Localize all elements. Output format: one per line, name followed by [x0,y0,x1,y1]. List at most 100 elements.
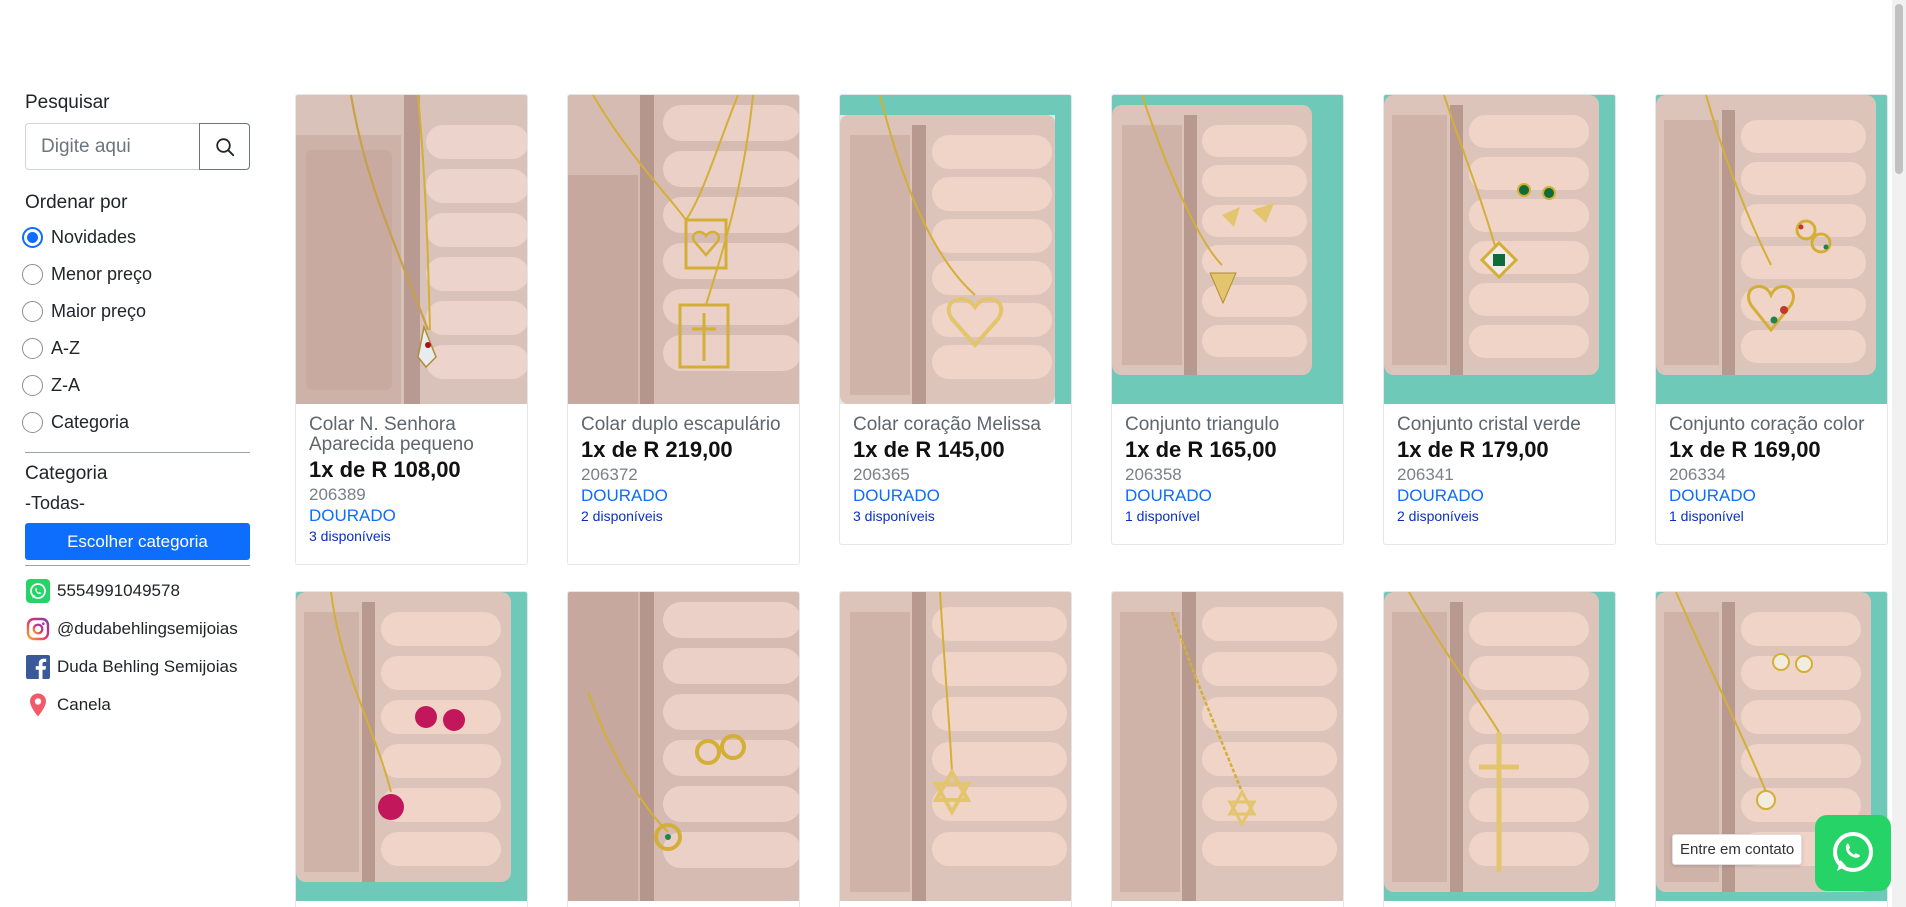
search-button[interactable] [199,123,250,170]
product-code: 206358 [1125,465,1182,484]
product-card[interactable] [1383,591,1616,907]
contact-instagram-label: @dudabehlingsemijoias [57,619,238,638]
product-color: DOURADO [581,486,668,505]
radio-icon[interactable] [22,338,43,359]
product-stock: 2 disponíveis [1397,508,1479,524]
order-option-label: A-Z [51,338,80,358]
radio-icon[interactable] [22,375,43,396]
product-name: Conjunto cristal verde [1397,414,1581,435]
product-image[interactable] [1112,95,1343,404]
product-code: 206334 [1669,465,1726,484]
product-code: 206389 [309,485,366,504]
filter-sidebar: Pesquisar Ordenar por Novidades Menor pr… [22,92,250,724]
product-image[interactable] [1384,592,1615,901]
product-price: 1x de R 179,00 [1397,437,1549,462]
search-label: Pesquisar [25,92,110,113]
product-color: DOURADO [1669,486,1756,505]
product-stock: 1 disponível [1125,508,1200,524]
scrollbar-thumb[interactable] [1895,4,1903,174]
whatsapp-float-button[interactable] [1815,815,1891,891]
order-option-label: Z-A [51,375,80,395]
product-card[interactable] [839,591,1072,907]
whatsapp-icon [1833,832,1873,872]
order-title: Ordenar por [25,192,128,213]
product-image[interactable] [568,95,799,404]
contact-location-label: Canela [57,695,111,714]
radio-icon[interactable] [22,301,43,322]
product-image[interactable] [296,95,527,404]
product-code: 206341 [1397,465,1454,484]
instagram-icon [25,616,51,642]
radio-icon[interactable] [22,264,43,285]
order-option-maior-preco[interactable]: Maior preço [22,293,250,330]
contact-facebook[interactable]: Duda Behling Semijoias [25,648,250,686]
choose-category-button[interactable]: Escolher categoria [25,523,250,560]
product-stock: 2 disponíveis [581,508,663,524]
map-pin-icon [25,692,51,718]
contact-location[interactable]: Canela [25,686,250,724]
product-image[interactable] [1656,95,1887,404]
product-price: 1x de R 108,00 [309,457,461,482]
product-name: Colar coração Melissa [853,414,1041,435]
order-option-categoria[interactable]: Categoria [22,404,250,441]
contact-phone-label: 5554991049578 [57,581,180,600]
whatsapp-tooltip: Entre em contato [1672,834,1803,865]
product-image[interactable] [1384,95,1615,404]
product-name: Conjunto triangulo [1125,414,1280,435]
divider [25,565,250,566]
order-option-a-z[interactable]: A-Z [22,330,250,367]
product-card[interactable]: Colar N. Senhora Aparecida pequeno 1x de… [295,94,528,565]
product-info: Conjunto coração color 1x de R 169,00 20… [1656,404,1887,534]
order-option-label: Maior preço [51,301,147,321]
contact-phone[interactable]: 5554991049578 [25,572,250,610]
product-image[interactable] [1112,592,1343,901]
product-info: Conjunto cristal verde 1x de R 179,00 20… [1384,404,1615,534]
order-option-menor-preco[interactable]: Menor preço [22,256,250,293]
order-option-label: Menor preço [51,264,153,284]
product-name: Conjunto coração color [1669,414,1865,435]
product-color: DOURADO [853,486,940,505]
category-title: Categoria [25,463,108,484]
product-stock: 3 disponíveis [853,508,935,524]
product-color: DOURADO [1125,486,1212,505]
divider [25,452,250,453]
product-info: Conjunto triangulo 1x de R 165,00 206358… [1112,404,1343,534]
product-image[interactable] [568,592,799,901]
product-price: 1x de R 169,00 [1669,437,1821,462]
product-image[interactable] [840,95,1071,404]
category-value: -Todas- [25,493,86,513]
product-card[interactable] [567,591,800,907]
order-options: Novidades Menor preço Maior preço A-Z Z-… [22,219,250,441]
product-card[interactable]: Colar coração Melissa 1x de R 145,00 206… [839,94,1072,545]
order-option-novidades[interactable]: Novidades [22,219,250,256]
product-price: 1x de R 165,00 [1125,437,1277,462]
product-price: 1x de R 145,00 [853,437,1005,462]
search-input[interactable] [25,123,199,170]
contact-list: 5554991049578 @dudabehlingsemijoias Duda… [25,572,250,724]
radio-icon[interactable] [22,412,43,433]
order-option-z-a[interactable]: Z-A [22,367,250,404]
product-image[interactable] [296,592,527,901]
product-card[interactable] [295,591,528,907]
product-info: Colar N. Senhora Aparecida pequeno 1x de… [296,404,527,554]
product-stock: 1 disponível [1669,508,1744,524]
product-color: DOURADO [309,506,396,525]
order-option-label: Novidades [51,227,137,247]
product-name: Colar N. Senhora Aparecida pequeno [309,414,474,455]
product-card[interactable]: Colar duplo escapulário 1x de R 219,00 2… [567,94,800,565]
product-info: Colar duplo escapulário 1x de R 219,00 2… [568,404,799,534]
radio-checked-icon[interactable] [22,227,43,248]
product-code: 206372 [581,465,638,484]
order-option-label: Categoria [51,412,130,432]
product-price: 1x de R 219,00 [581,437,733,462]
facebook-icon [25,654,51,680]
product-card[interactable] [1111,591,1344,907]
contact-instagram[interactable]: @dudabehlingsemijoias [25,610,250,648]
product-card[interactable]: Conjunto coração color 1x de R 169,00 20… [1655,94,1888,545]
product-card[interactable]: Conjunto triangulo 1x de R 165,00 206358… [1111,94,1344,545]
product-card[interactable]: Conjunto cristal verde 1x de R 179,00 20… [1383,94,1616,545]
product-info: Colar coração Melissa 1x de R 145,00 206… [840,404,1071,534]
search-group [25,123,250,170]
page-scrollbar[interactable] [1892,0,1906,907]
product-image[interactable] [840,592,1071,901]
